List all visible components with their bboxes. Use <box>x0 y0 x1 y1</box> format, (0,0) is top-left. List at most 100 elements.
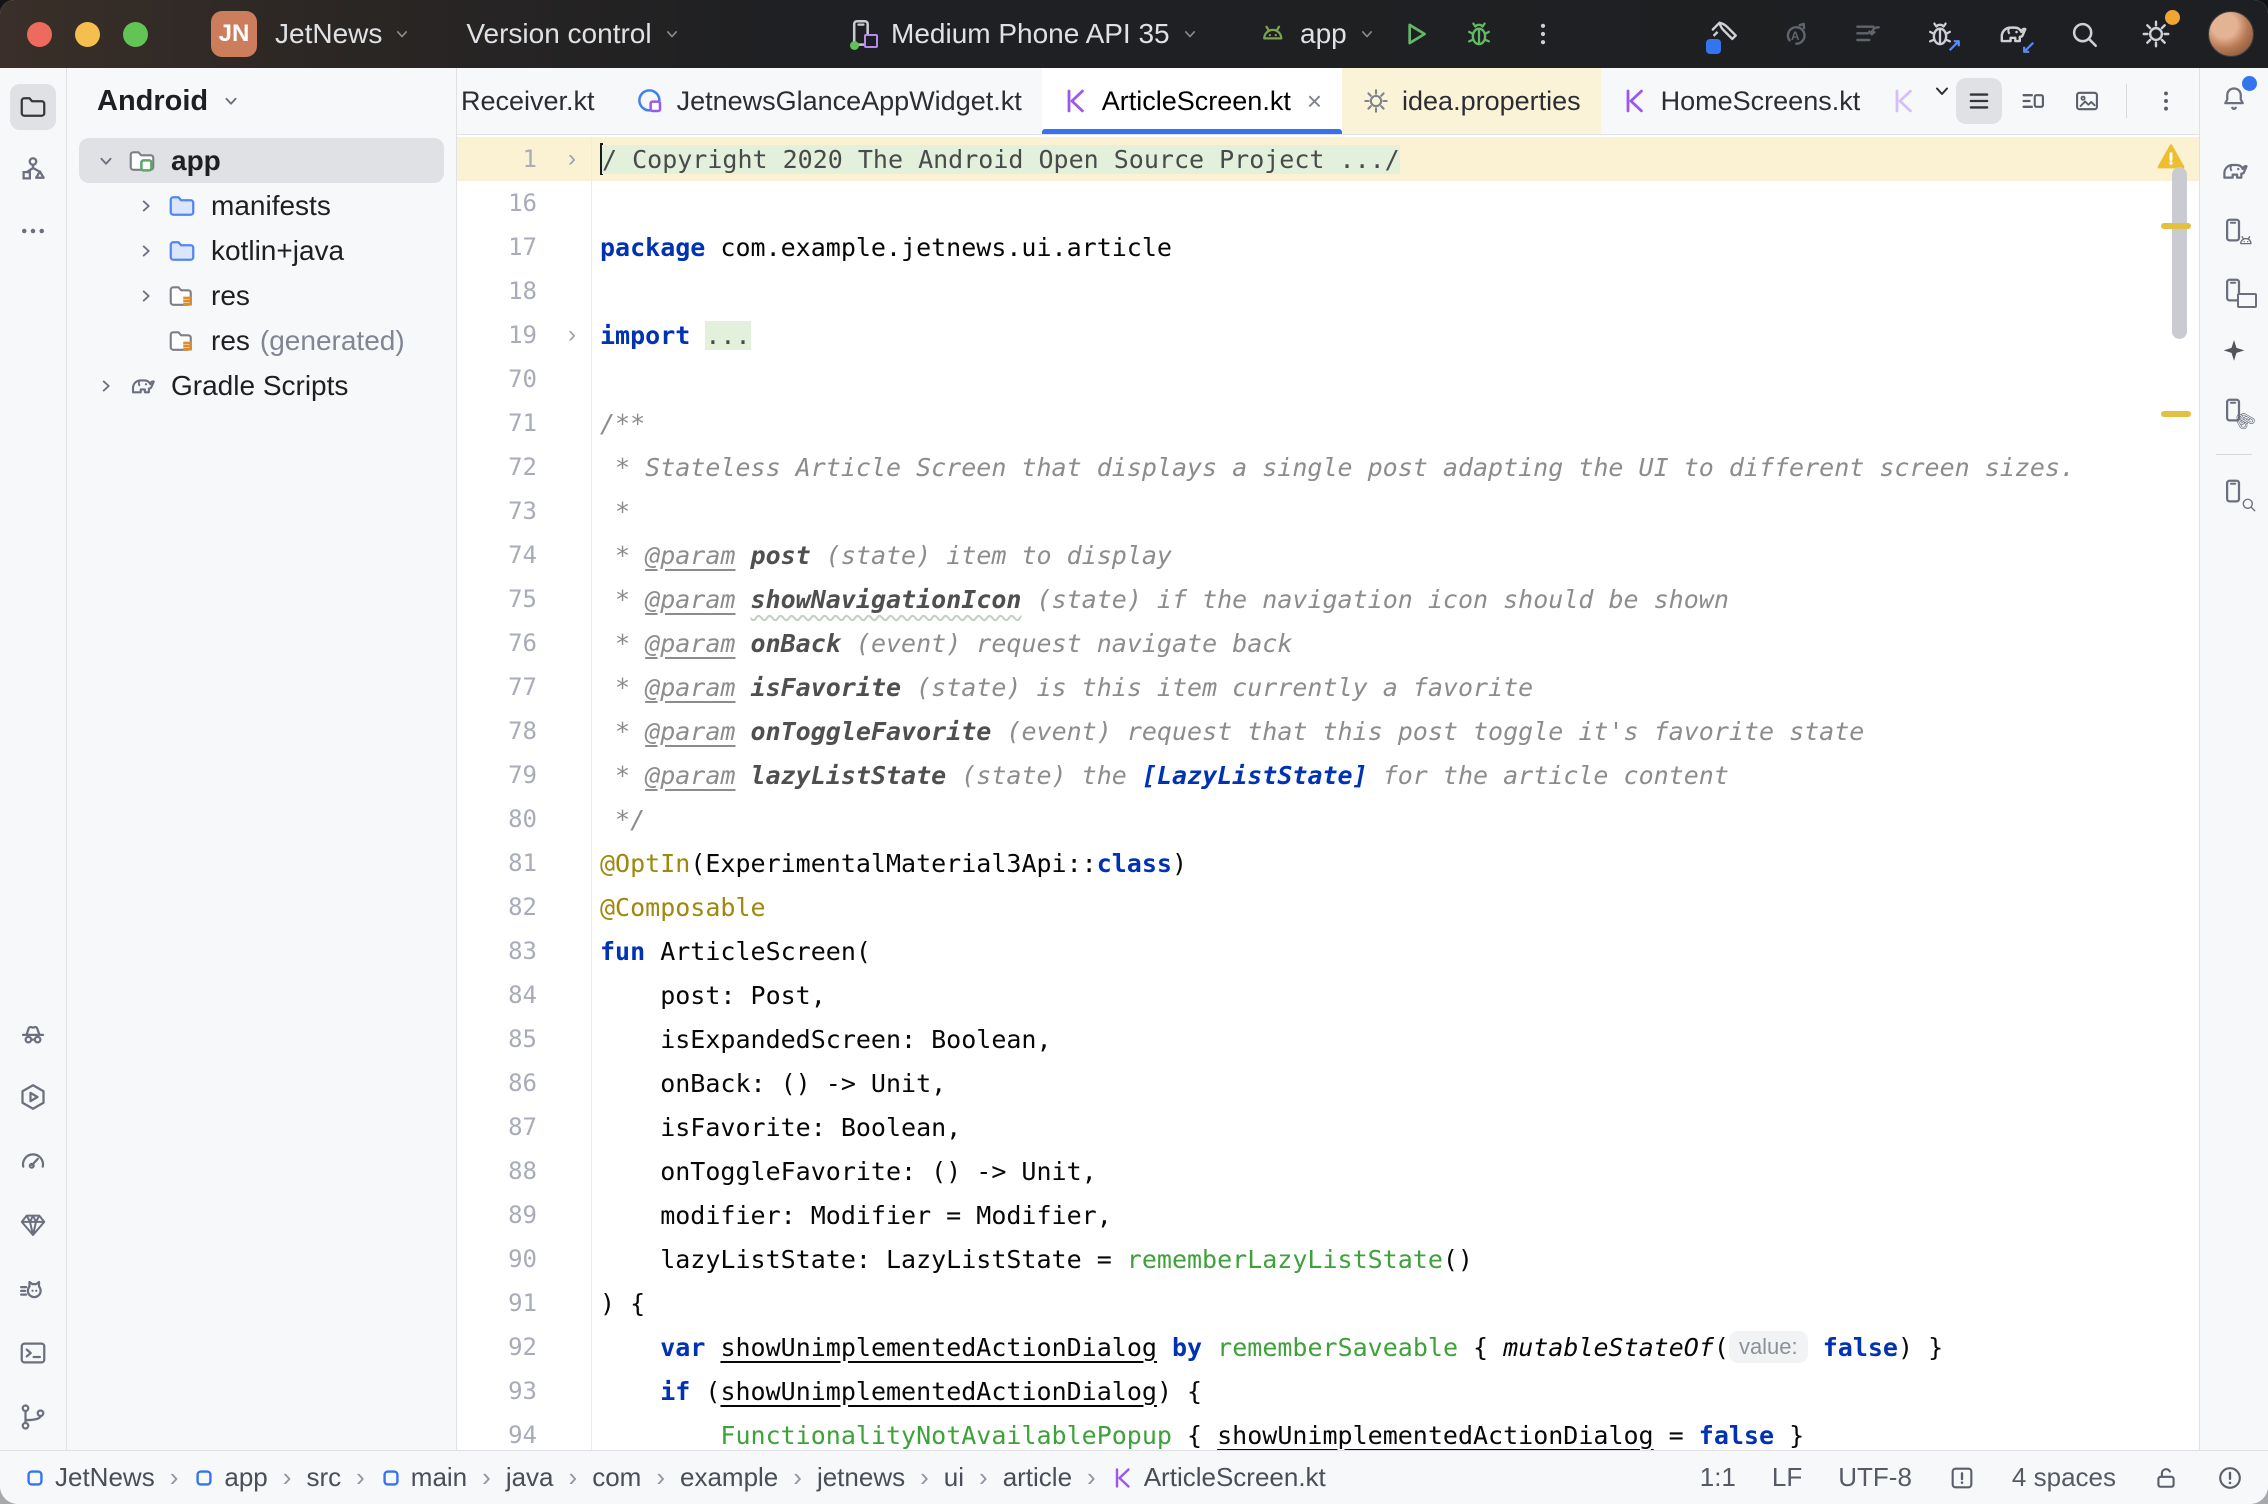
code-line[interactable]: 73 * <box>457 489 2199 533</box>
code-line[interactable]: 88 onToggleFavorite: () -> Unit, <box>457 1149 2199 1193</box>
vcs-widget[interactable]: Version control <box>466 18 681 50</box>
code-line[interactable]: 82@Composable <box>457 885 2199 929</box>
tree-item-manifests[interactable]: manifests <box>79 183 444 228</box>
code-line[interactable]: 91) { <box>457 1281 2199 1325</box>
app-inspection-tool-button[interactable] <box>10 1010 56 1056</box>
breadcrumb-item[interactable]: example <box>680 1462 778 1493</box>
code-line[interactable]: 80 */ <box>457 797 2199 841</box>
close-tab-icon[interactable]: × <box>1307 86 1322 117</box>
indent-widget[interactable]: 4 spaces <box>2012 1462 2116 1493</box>
code-line[interactable]: 19›import ... <box>457 313 2199 357</box>
gradle-tool-button[interactable] <box>2211 148 2257 194</box>
code-line[interactable]: 75 * @param showNavigationIcon (state) i… <box>457 577 2199 621</box>
tab-receiver[interactable]: Receiver.kt <box>457 68 615 134</box>
code-line[interactable]: 85 isExpandedScreen: Boolean, <box>457 1017 2199 1061</box>
search-everywhere-button[interactable] <box>2058 8 2110 60</box>
logcat-tool-button[interactable] <box>10 1266 56 1312</box>
line-ending-widget[interactable]: LF <box>1772 1462 1802 1493</box>
project-view-selector[interactable]: Android <box>67 68 456 134</box>
user-avatar[interactable] <box>2208 11 2254 57</box>
code-line[interactable]: 16 <box>457 181 2199 225</box>
code-line[interactable]: 90 lazyListState: LazyListState = rememb… <box>457 1237 2199 1281</box>
code-line[interactable]: 94 FunctionalityNotAvailablePopup { show… <box>457 1413 2199 1450</box>
close-window-button[interactable] <box>27 22 52 47</box>
tab-idea-properties[interactable]: idea.properties <box>1342 68 1601 134</box>
warning-stripe-mark[interactable] <box>2161 411 2191 417</box>
code-line[interactable]: 70 <box>457 357 2199 401</box>
warning-stripe-mark[interactable] <box>2161 223 2191 229</box>
code-line[interactable]: 92 var showUnimplementedActionDialog by … <box>457 1325 2199 1369</box>
breadcrumb-item[interactable]: JetNews <box>24 1462 155 1493</box>
breadcrumb-item[interactable]: ui <box>944 1462 964 1493</box>
tree-item-res[interactable]: res <box>79 273 444 318</box>
code-line[interactable]: 86 onBack: () -> Unit, <box>457 1061 2199 1105</box>
layout-inspector-tool-button[interactable] <box>2211 469 2257 515</box>
gemini-tool-button[interactable] <box>2211 328 2257 374</box>
fold-arrow-icon[interactable]: › <box>553 145 591 173</box>
breadcrumb-item-file[interactable]: ArticleScreen.kt <box>1111 1462 1326 1493</box>
chevron-right-icon[interactable] <box>135 240 157 262</box>
breadcrumb-item[interactable]: jetnews <box>817 1462 905 1493</box>
code-line[interactable]: 89 modifier: Modifier = Modifier, <box>457 1193 2199 1237</box>
device-streaming-tool-button[interactable]: 🖇 <box>2211 388 2257 434</box>
project-switcher[interactable]: JetNews <box>275 18 412 50</box>
code-line[interactable]: 1›/ Copyright 2020 The Android Open Sour… <box>457 137 2199 181</box>
chevron-right-icon[interactable] <box>95 375 117 397</box>
profiler-tool-button[interactable] <box>10 1138 56 1184</box>
code-line[interactable]: 83fun ArticleScreen( <box>457 929 2199 973</box>
build-button[interactable] <box>1698 8 1750 60</box>
split-view-button[interactable] <box>2010 78 2056 124</box>
hidden-tabs-dropdown[interactable] <box>1928 68 1956 114</box>
encoding-widget[interactable]: UTF-8 <box>1838 1462 1912 1493</box>
terminal-tool-button[interactable] <box>10 1330 56 1376</box>
code-line[interactable]: 84 post: Post, <box>457 973 2199 1017</box>
breadcrumb-item[interactable]: main <box>380 1462 467 1493</box>
more-tool-windows-button[interactable] <box>10 208 56 254</box>
project-tool-button[interactable] <box>10 84 56 130</box>
run-configuration-selector[interactable]: app <box>1300 18 1377 50</box>
editor-scrollbar[interactable] <box>2172 167 2187 339</box>
device-manager-tool-button[interactable] <box>2211 208 2257 254</box>
notifications-button[interactable] <box>2211 76 2257 122</box>
breadcrumb-item[interactable]: com <box>592 1462 641 1493</box>
code-line[interactable]: 79 * @param lazyListState (state) the [L… <box>457 753 2199 797</box>
project-avatar[interactable]: JN <box>211 11 257 57</box>
inspections-widget[interactable] <box>1948 1464 1976 1492</box>
code-line[interactable]: 78 * @param onToggleFavorite (event) req… <box>457 709 2199 753</box>
running-devices-tool-button[interactable] <box>2211 268 2257 314</box>
attach-debugger-button[interactable]: ↗ <box>1914 8 1966 60</box>
tree-item-app[interactable]: app <box>79 138 444 183</box>
chevron-down-icon[interactable] <box>95 150 117 172</box>
code-line[interactable]: 74 * @param post (state) item to display <box>457 533 2199 577</box>
code-editor[interactable]: 1›/ Copyright 2020 The Android Open Sour… <box>457 135 2199 1450</box>
services-tool-button[interactable] <box>10 1074 56 1120</box>
editor-options-button[interactable] <box>2143 78 2189 124</box>
readonly-toggle[interactable] <box>2152 1464 2180 1492</box>
apply-changes-button[interactable] <box>1842 8 1894 60</box>
code-line[interactable]: 72 * Stateless Article Screen that displ… <box>457 445 2199 489</box>
version-control-tool-button[interactable] <box>10 1394 56 1440</box>
code-line[interactable]: 71/** <box>457 401 2199 445</box>
breadcrumb-item[interactable]: src <box>306 1462 341 1493</box>
code-line[interactable]: 87 isFavorite: Boolean, <box>457 1105 2199 1149</box>
gradle-sync-button[interactable]: ↙ <box>1986 8 2038 60</box>
design-view-button[interactable] <box>2064 78 2110 124</box>
fold-arrow-icon[interactable]: › <box>553 321 591 349</box>
debug-button[interactable] <box>1453 8 1505 60</box>
zoom-window-button[interactable] <box>123 22 148 47</box>
tab-home-screens[interactable]: HomeScreens.kt <box>1601 68 1881 134</box>
code-line[interactable]: 81@OptIn(ExperimentalMaterial3Api::class… <box>457 841 2199 885</box>
settings-button[interactable] <box>2130 8 2182 60</box>
code-line[interactable]: 93 if (showUnimplementedActionDialog) { <box>457 1369 2199 1413</box>
error-indicator[interactable] <box>2216 1464 2244 1492</box>
app-quality-insights-tool-button[interactable] <box>10 1202 56 1248</box>
breadcrumb-item[interactable]: java <box>506 1462 554 1493</box>
code-line[interactable]: 76 * @param onBack (event) request navig… <box>457 621 2199 665</box>
chevron-right-icon[interactable] <box>135 195 157 217</box>
profiler-button[interactable] <box>1770 8 1822 60</box>
structure-tool-button[interactable] <box>10 146 56 192</box>
breadcrumb-item[interactable]: app <box>193 1462 267 1493</box>
code-line[interactable]: 17package com.example.jetnews.ui.article <box>457 225 2199 269</box>
tab-jetnews-glance-app-widget[interactable]: JetnewsGlanceAppWidget.kt <box>615 68 1042 134</box>
code-line[interactable]: 18 <box>457 269 2199 313</box>
